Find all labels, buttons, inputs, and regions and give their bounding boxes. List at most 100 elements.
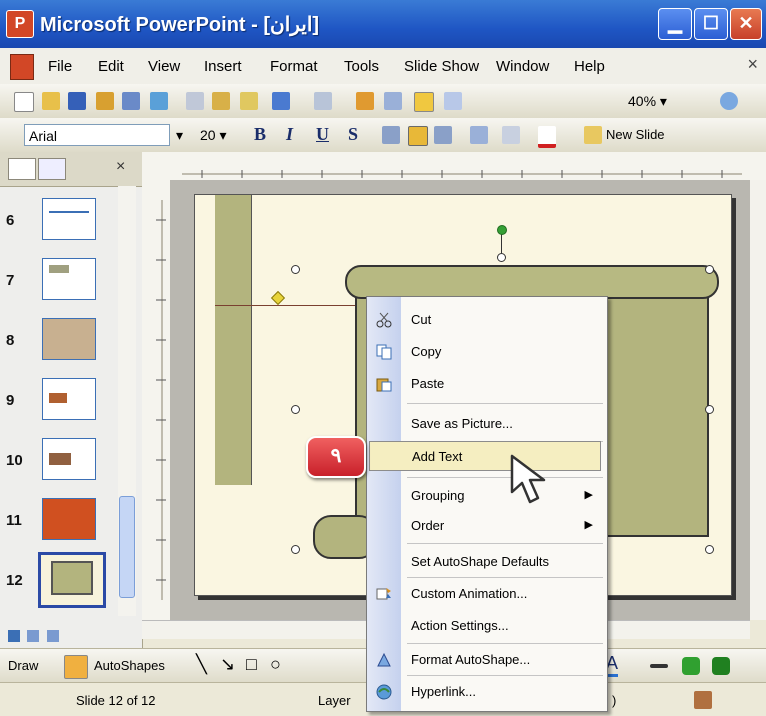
- document-close-icon[interactable]: ×: [747, 54, 758, 75]
- close-button[interactable]: ✕: [730, 8, 762, 40]
- menu-item-grouping[interactable]: Grouping ▶: [367, 481, 607, 511]
- slide-vertical-scrollbar[interactable]: [750, 180, 766, 620]
- rectangle-tool-icon[interactable]: □: [246, 654, 257, 675]
- line-tool-icon[interactable]: ╲: [196, 654, 207, 675]
- 3d-style-icon[interactable]: [712, 657, 730, 675]
- bullets-icon[interactable]: [470, 126, 488, 144]
- powerpoint-app-icon[interactable]: P: [6, 10, 34, 38]
- menu-item-add-text[interactable]: Add Text: [369, 441, 601, 471]
- selection-handle[interactable]: [291, 405, 300, 414]
- paste-toolbar-icon[interactable]: [212, 92, 230, 110]
- tab-slides[interactable]: [38, 158, 66, 180]
- slide-thumbnail-row[interactable]: 7: [0, 252, 132, 312]
- menu-item-cut[interactable]: Cut: [367, 305, 607, 335]
- menu-edit[interactable]: Edit: [98, 58, 124, 75]
- insert-chart-icon[interactable]: [356, 92, 374, 110]
- menu-item-custom-animation[interactable]: Custom Animation...: [367, 579, 607, 609]
- font-color-icon[interactable]: [538, 126, 556, 148]
- undo-icon[interactable]: [272, 92, 290, 110]
- menu-window[interactable]: Window: [496, 58, 549, 75]
- selection-handle[interactable]: [291, 545, 300, 554]
- slide-thumbnail-row[interactable]: 9: [0, 372, 132, 432]
- document-icon[interactable]: [10, 54, 34, 80]
- slide-thumbnail[interactable]: [42, 258, 96, 300]
- slide-thumbnail[interactable]: [42, 318, 96, 360]
- slide-thumbnail-row[interactable]: 10: [0, 432, 132, 492]
- new-document-icon[interactable]: [14, 92, 34, 112]
- slides-pane-scrollbar[interactable]: [118, 186, 136, 616]
- slide-thumbnail[interactable]: [42, 498, 96, 540]
- save-icon[interactable]: [68, 92, 86, 110]
- selection-handle[interactable]: [291, 265, 300, 274]
- underline-button[interactable]: U: [316, 124, 329, 145]
- menu-item-hyperlink[interactable]: Hyperlink...: [367, 677, 607, 707]
- permission-icon[interactable]: [96, 92, 114, 110]
- slide-show-icon[interactable]: [46, 630, 59, 642]
- bold-button[interactable]: B: [254, 124, 266, 145]
- print-icon[interactable]: [122, 92, 140, 110]
- align-right-icon[interactable]: [434, 126, 452, 144]
- menu-item-copy[interactable]: Copy: [367, 337, 607, 367]
- slide-thumbnail-row[interactable]: 12: [0, 552, 132, 612]
- line-style-icon[interactable]: [650, 664, 668, 668]
- align-left-icon[interactable]: [382, 126, 400, 144]
- pane-close-icon[interactable]: ×: [116, 158, 125, 176]
- scroll-shape-top[interactable]: [345, 265, 719, 299]
- draw-menu-button[interactable]: Draw: [8, 658, 38, 673]
- scrollbar-thumb[interactable]: [119, 496, 135, 598]
- menu-item-paste[interactable]: Paste: [367, 369, 607, 399]
- italic-button[interactable]: I: [286, 124, 293, 145]
- selection-handle[interactable]: [705, 405, 714, 414]
- menu-view[interactable]: View: [148, 58, 180, 75]
- insert-table-icon[interactable]: [384, 92, 402, 110]
- menu-tools[interactable]: Tools: [344, 58, 379, 75]
- maximize-button[interactable]: ☐: [694, 8, 728, 40]
- selection-handle[interactable]: [705, 265, 714, 274]
- font-size-box[interactable]: 20 ▾: [196, 124, 238, 146]
- tab-outline[interactable]: [8, 158, 36, 180]
- slide-thumbnail[interactable]: [42, 378, 96, 420]
- shadow-button[interactable]: S: [348, 124, 358, 145]
- menu-item-order[interactable]: Order ▶: [367, 511, 607, 541]
- minimize-button[interactable]: ▁: [658, 8, 692, 40]
- font-name-dropdown-icon[interactable]: ▾: [176, 127, 183, 144]
- adjustment-handle[interactable]: [270, 290, 286, 306]
- menu-format[interactable]: Format: [270, 58, 318, 75]
- normal-view-icon[interactable]: [8, 630, 20, 642]
- menu-slide-show[interactable]: Slide Show: [404, 58, 479, 75]
- align-center-icon[interactable]: [408, 126, 428, 146]
- oval-tool-icon[interactable]: ○: [270, 654, 281, 675]
- selection-handle[interactable]: [705, 545, 714, 554]
- menu-item-save-as-picture[interactable]: Save as Picture...: [367, 409, 607, 439]
- text-direction-icon[interactable]: [502, 126, 520, 144]
- menu-insert[interactable]: Insert: [204, 58, 242, 75]
- slide-thumbnail[interactable]: [42, 198, 96, 240]
- menu-item-format-autoshape[interactable]: Format AutoShape...: [367, 645, 607, 675]
- expand-all-icon[interactable]: [444, 92, 462, 110]
- slide-thumbnail-row[interactable]: 11: [0, 492, 132, 552]
- font-name-box[interactable]: Arial: [24, 124, 170, 146]
- format-painter-icon[interactable]: [240, 92, 258, 110]
- slide-thumbnail-row[interactable]: 8: [0, 312, 132, 372]
- select-objects-icon[interactable]: [64, 655, 88, 679]
- slide-thumbnail-row[interactable]: 6: [0, 192, 132, 252]
- new-slide-button[interactable]: New Slide: [606, 127, 665, 142]
- autoshapes-menu-button[interactable]: AutoShapes: [94, 658, 165, 673]
- slide-thumbnail-selected[interactable]: [38, 552, 106, 608]
- menu-item-set-autoshape-defaults[interactable]: Set AutoShape Defaults: [367, 547, 607, 577]
- zoom-box[interactable]: 40% ▾: [624, 90, 698, 112]
- menu-item-action-settings[interactable]: Action Settings...: [367, 611, 607, 641]
- open-folder-icon[interactable]: [42, 92, 60, 110]
- shadow-style-icon[interactable]: [682, 657, 700, 675]
- selection-handle[interactable]: [497, 253, 506, 262]
- menu-help[interactable]: Help: [574, 58, 605, 75]
- arrow-tool-icon[interactable]: ↘: [220, 654, 235, 675]
- slide-sorter-icon[interactable]: [27, 630, 40, 642]
- menu-file[interactable]: File: [48, 58, 72, 75]
- slide-thumbnail[interactable]: [42, 438, 96, 480]
- rotation-handle[interactable]: [497, 225, 507, 235]
- cut-toolbar-icon[interactable]: [186, 92, 204, 110]
- spelling-icon[interactable]: [150, 92, 168, 110]
- redo-icon[interactable]: [314, 92, 332, 110]
- help-icon[interactable]: [720, 92, 738, 110]
